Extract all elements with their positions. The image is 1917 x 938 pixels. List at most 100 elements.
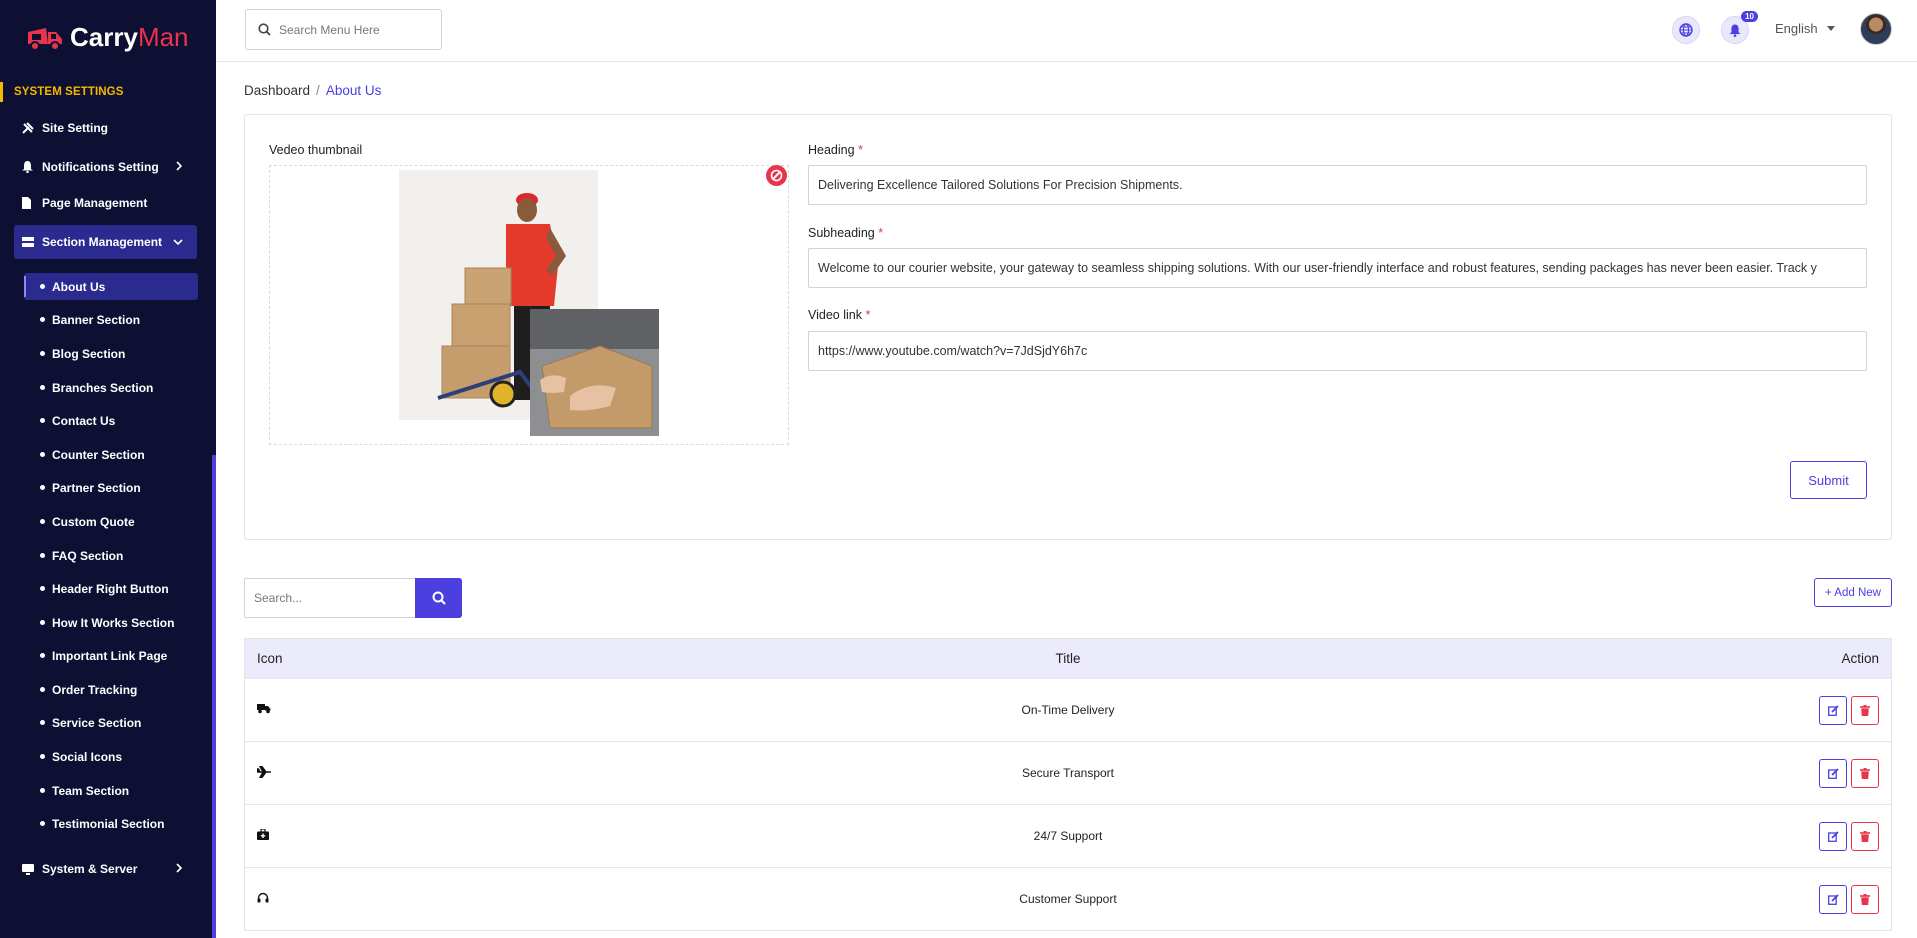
notification-count-badge: 10 bbox=[1741, 11, 1758, 22]
sidebar-subitem-social-icons[interactable]: Social Icons bbox=[24, 743, 198, 770]
sidebar-item-label: Notifications Setting bbox=[42, 160, 159, 174]
sidebar-item-label: Page Management bbox=[42, 196, 148, 210]
sidebar-subitem-label: Banner Section bbox=[52, 312, 141, 327]
row-actions bbox=[1819, 885, 1879, 914]
sidebar-item-system-server[interactable]: System & Server bbox=[14, 852, 197, 886]
table-row: On-Time Delivery bbox=[245, 678, 1891, 741]
sidebar-subitem-label: How It Works Section bbox=[52, 615, 175, 630]
add-new-button[interactable]: + Add New bbox=[1814, 578, 1892, 607]
sidebar-subitem-testimonial-section[interactable]: Testimonial Section bbox=[24, 810, 198, 837]
sidebar-subitem-label: Team Section bbox=[52, 783, 130, 798]
bullet-icon bbox=[40, 519, 45, 524]
submit-button[interactable]: Submit bbox=[1790, 461, 1867, 499]
sidebar-subitem-about-us[interactable]: About Us bbox=[24, 273, 198, 300]
edit-button[interactable] bbox=[1819, 696, 1847, 725]
top-header bbox=[216, 0, 1917, 62]
bullet-icon bbox=[40, 586, 45, 591]
sidebar-item-site-setting[interactable]: Site Setting bbox=[14, 111, 197, 145]
edit-button[interactable] bbox=[1819, 759, 1847, 788]
table-search-button[interactable] bbox=[415, 578, 462, 618]
subheading-label-text: Subheading bbox=[808, 226, 875, 240]
trash-icon bbox=[1860, 831, 1870, 842]
trash-icon bbox=[1860, 705, 1870, 716]
sidebar-subitem-order-tracking[interactable]: Order Tracking bbox=[24, 676, 198, 703]
table-row: Secure Transport bbox=[245, 741, 1891, 804]
chevron-down-icon bbox=[173, 235, 183, 249]
delete-button[interactable] bbox=[1851, 696, 1879, 725]
sidebar-subitem-label: FAQ Section bbox=[52, 548, 124, 563]
thumbnail-dropzone[interactable] bbox=[269, 165, 789, 445]
bullet-icon bbox=[40, 788, 45, 793]
remove-thumbnail-button[interactable] bbox=[766, 165, 787, 186]
trash-icon bbox=[1860, 768, 1870, 779]
table-row: Customer Support bbox=[245, 867, 1891, 930]
edit-icon bbox=[1827, 705, 1839, 716]
sidebar-subitem-counter-section[interactable]: Counter Section bbox=[24, 441, 198, 468]
menu-search-box[interactable] bbox=[245, 9, 442, 50]
sidebar-scrollbar[interactable] bbox=[212, 455, 216, 938]
breadcrumb-dashboard-link[interactable]: Dashboard bbox=[244, 83, 310, 98]
language-dropdown[interactable]: English bbox=[1775, 21, 1835, 36]
bullet-icon bbox=[40, 317, 45, 322]
edit-button[interactable] bbox=[1819, 822, 1847, 851]
user-avatar[interactable] bbox=[1860, 13, 1892, 45]
menu-search-input[interactable] bbox=[279, 22, 429, 37]
sidebar-subitem-branches-section[interactable]: Branches Section bbox=[24, 374, 198, 401]
thumbnail-image bbox=[399, 170, 659, 436]
file-icon bbox=[14, 197, 42, 209]
sidebar-item-section-management[interactable]: Section Management bbox=[14, 225, 197, 259]
row-actions bbox=[1819, 696, 1879, 725]
heading-label: Heading * bbox=[808, 143, 863, 157]
sidebar-subitem-custom-quote[interactable]: Custom Quote bbox=[24, 508, 198, 535]
sidebar-subitem-label: Service Section bbox=[52, 715, 142, 730]
sidebar-subitem-label: Order Tracking bbox=[52, 682, 138, 697]
section-icon bbox=[14, 237, 42, 247]
sidebar-item-label: System & Server bbox=[42, 862, 138, 876]
sidebar-subitem-how-it-works-section[interactable]: How It Works Section bbox=[24, 609, 198, 636]
language-globe-button[interactable] bbox=[1672, 16, 1700, 44]
required-mark: * bbox=[858, 143, 863, 157]
bullet-icon bbox=[40, 653, 45, 658]
sidebar-subitem-header-right-button[interactable]: Header Right Button bbox=[24, 575, 198, 602]
brand-logo[interactable]: CarryMan bbox=[26, 20, 189, 54]
bullet-icon bbox=[40, 452, 45, 457]
sidebar-subitem-important-link-page[interactable]: Important Link Page bbox=[24, 642, 198, 669]
bullet-icon bbox=[40, 620, 45, 625]
delete-button[interactable] bbox=[1851, 759, 1879, 788]
sidebar-item-page-management[interactable]: Page Management bbox=[14, 186, 197, 220]
chevron-right-icon bbox=[175, 862, 183, 876]
sidebar-subitem-contact-us[interactable]: Contact Us bbox=[24, 407, 198, 434]
edit-icon bbox=[1827, 768, 1839, 779]
sidebar-subitem-label: About Us bbox=[52, 279, 106, 294]
row-actions bbox=[1819, 759, 1879, 788]
sidebar-subitem-blog-section[interactable]: Blog Section bbox=[24, 340, 198, 367]
sidebar-subitem-service-section[interactable]: Service Section bbox=[24, 709, 198, 736]
table-header-row: Icon Title Action bbox=[245, 639, 1891, 678]
bullet-icon bbox=[40, 687, 45, 692]
row-title: Customer Support bbox=[1019, 892, 1117, 906]
sidebar-subitem-partner-section[interactable]: Partner Section bbox=[24, 474, 198, 501]
tools-icon bbox=[14, 122, 42, 134]
sidebar-subitem-banner-section[interactable]: Banner Section bbox=[24, 306, 198, 333]
notifications-button[interactable]: 10 bbox=[1721, 11, 1758, 44]
sidebar-subitem-label: Partner Section bbox=[52, 480, 141, 495]
subheading-input[interactable] bbox=[808, 248, 1867, 288]
edit-button[interactable] bbox=[1819, 885, 1847, 914]
heading-input[interactable] bbox=[808, 165, 1867, 205]
sidebar-item-notifications-setting[interactable]: Notifications Setting bbox=[14, 150, 197, 184]
video-link-label: Video link * bbox=[808, 308, 870, 322]
heading-label-text: Heading bbox=[808, 143, 855, 157]
chevron-right-icon bbox=[175, 160, 183, 174]
table-search-input[interactable] bbox=[244, 578, 415, 618]
video-link-input[interactable] bbox=[808, 331, 1867, 371]
bell-icon bbox=[1729, 24, 1741, 37]
truck-logo-icon bbox=[28, 28, 62, 51]
sidebar-item-label: Section Management bbox=[42, 235, 163, 249]
sidebar-subitem-team-section[interactable]: Team Section bbox=[24, 777, 198, 804]
brand-name-part1: Carry bbox=[70, 21, 138, 52]
breadcrumb-separator: / bbox=[316, 83, 320, 98]
sidebar-subitem-faq-section[interactable]: FAQ Section bbox=[24, 542, 198, 569]
delete-button[interactable] bbox=[1851, 885, 1879, 914]
subheading-label: Subheading * bbox=[808, 226, 883, 240]
delete-button[interactable] bbox=[1851, 822, 1879, 851]
